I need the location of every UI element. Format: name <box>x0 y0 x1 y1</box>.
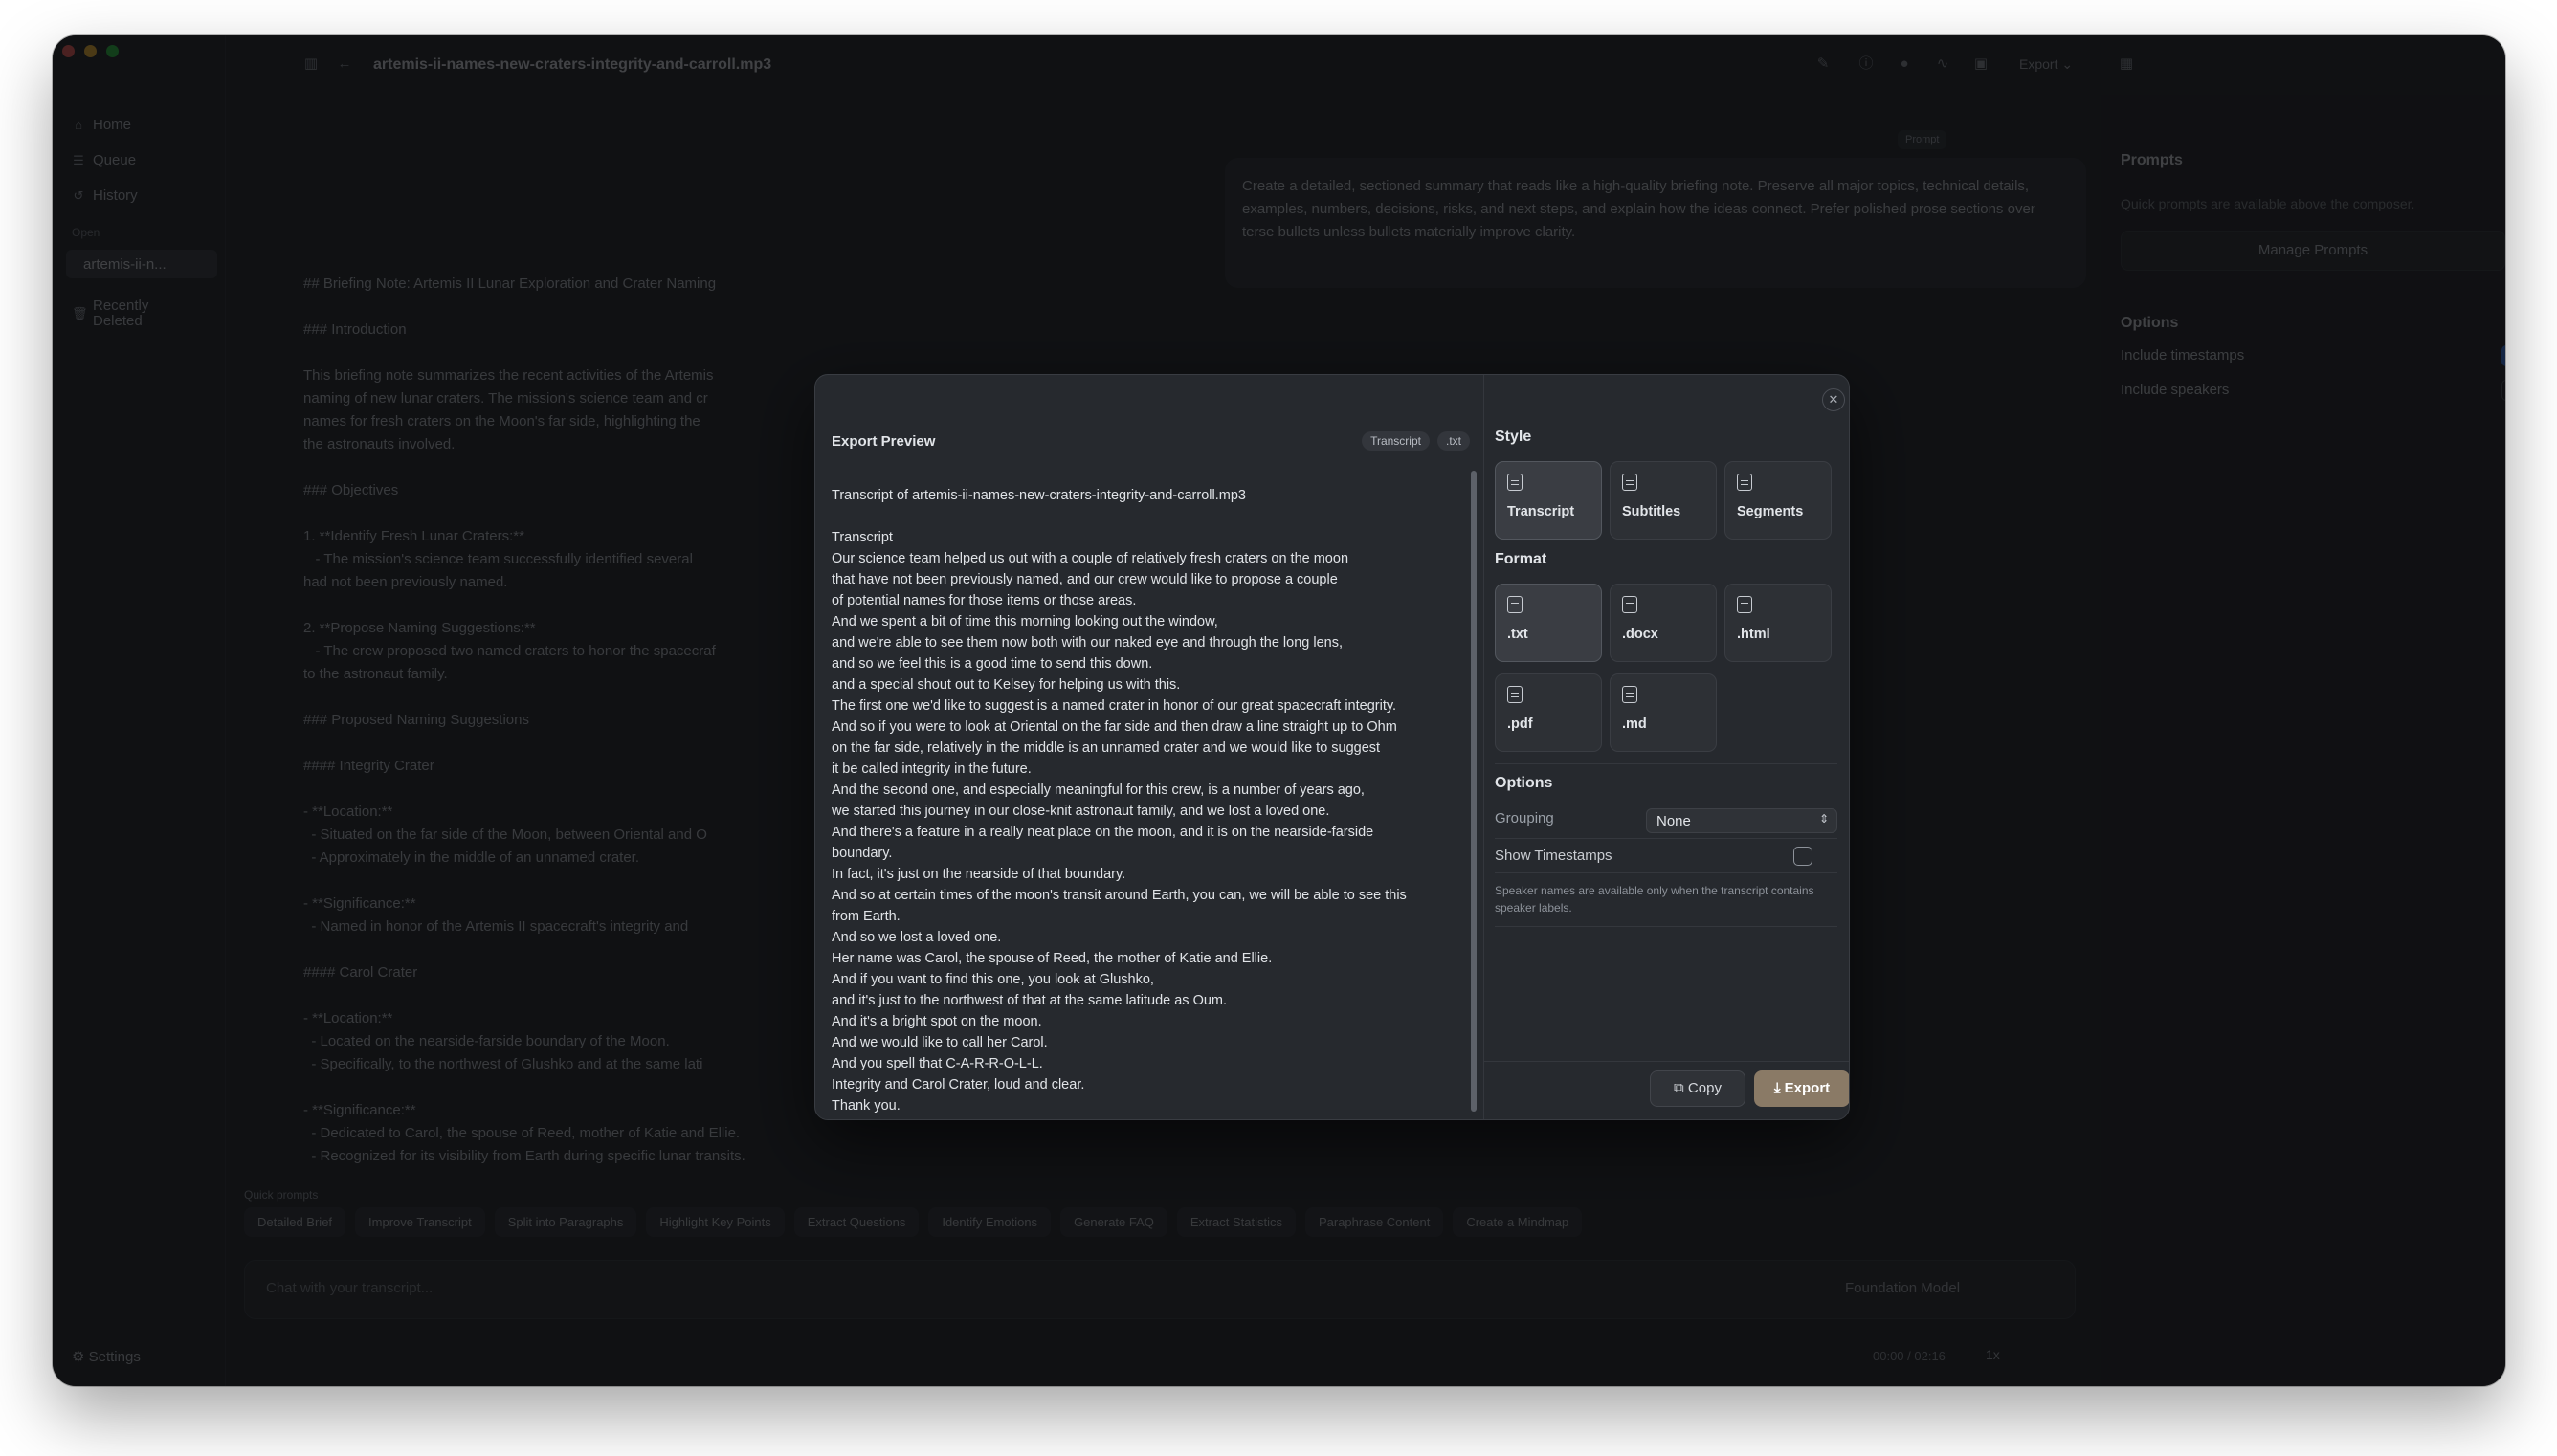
preview-tag-format: .txt <box>1436 431 1470 451</box>
export-options-pane: ✕ Style Transcript Subtitles Segments Fo… <box>1483 375 1849 1119</box>
show-timestamps-checkbox[interactable] <box>1793 847 1812 866</box>
divider <box>1495 763 1837 764</box>
preview-tag-style: Transcript <box>1362 431 1430 451</box>
format-html-card[interactable]: .html <box>1724 584 1832 662</box>
divider <box>1495 926 1837 927</box>
export-dialog: Export Preview Transcript .txt Transcrip… <box>814 374 1850 1120</box>
style-label: Style <box>1495 429 1532 445</box>
show-timestamps-label: Show Timestamps <box>1495 848 1612 864</box>
close-dialog-button[interactable]: ✕ <box>1822 388 1845 411</box>
file-icon <box>1737 596 1752 613</box>
format-pdf-card[interactable]: .pdf <box>1495 673 1602 752</box>
preview-scrollbar[interactable] <box>1471 471 1477 1112</box>
subtitles-icon <box>1622 474 1637 491</box>
copy-icon: ⧉ <box>1674 1080 1684 1096</box>
divider <box>1495 838 1837 839</box>
footer-divider <box>1483 1061 1849 1062</box>
card-label: .html <box>1737 627 1770 642</box>
card-label: Subtitles <box>1622 504 1681 519</box>
format-docx-card[interactable]: .docx <box>1610 584 1717 662</box>
format-label: Format <box>1495 551 1547 567</box>
style-subtitles-card[interactable]: Subtitles <box>1610 461 1717 540</box>
grouping-select[interactable]: None ⇕ <box>1646 808 1837 833</box>
style-transcript-card[interactable]: Transcript <box>1495 461 1602 540</box>
export-preview-title: Export Preview <box>832 433 936 450</box>
speaker-note: Speaker names are available only when th… <box>1495 884 1814 915</box>
grouping-value: None <box>1656 813 1691 829</box>
format-md-card[interactable]: .md <box>1610 673 1717 752</box>
options-label: Options <box>1495 775 1553 791</box>
file-icon <box>1507 596 1523 613</box>
preview-tags: Transcript .txt <box>1362 431 1470 451</box>
format-txt-card[interactable]: .txt <box>1495 584 1602 662</box>
copy-label: Copy <box>1687 1080 1722 1096</box>
divider <box>1495 872 1837 873</box>
export-button[interactable]: ⤓ Export <box>1754 1070 1849 1107</box>
style-segments-card[interactable]: Segments <box>1724 461 1832 540</box>
card-label: .docx <box>1622 627 1658 642</box>
file-icon <box>1622 686 1637 703</box>
download-icon: ⤓ <box>1773 1080 1781 1096</box>
file-icon <box>1507 686 1523 703</box>
list-icon <box>1737 474 1752 491</box>
card-label: Transcript <box>1507 504 1575 519</box>
export-preview-pane: Export Preview Transcript .txt Transcrip… <box>815 375 1484 1119</box>
export-label: Export <box>1784 1080 1831 1096</box>
preview-text: Transcript of artemis-ii-names-new-crate… <box>832 488 1407 1114</box>
card-label: .txt <box>1507 627 1528 642</box>
card-label: Segments <box>1737 504 1804 519</box>
card-label: .pdf <box>1507 717 1533 732</box>
copy-button[interactable]: ⧉ Copy <box>1650 1070 1745 1107</box>
select-arrows-icon: ⇕ <box>1818 812 1829 826</box>
document-icon <box>1507 474 1523 491</box>
grouping-label: Grouping <box>1495 810 1554 827</box>
card-label: .md <box>1622 717 1647 732</box>
file-icon <box>1622 596 1637 613</box>
app-window: ⌂ Home ☰ Queue ↺ History Open artemis-ii… <box>53 35 2505 1386</box>
